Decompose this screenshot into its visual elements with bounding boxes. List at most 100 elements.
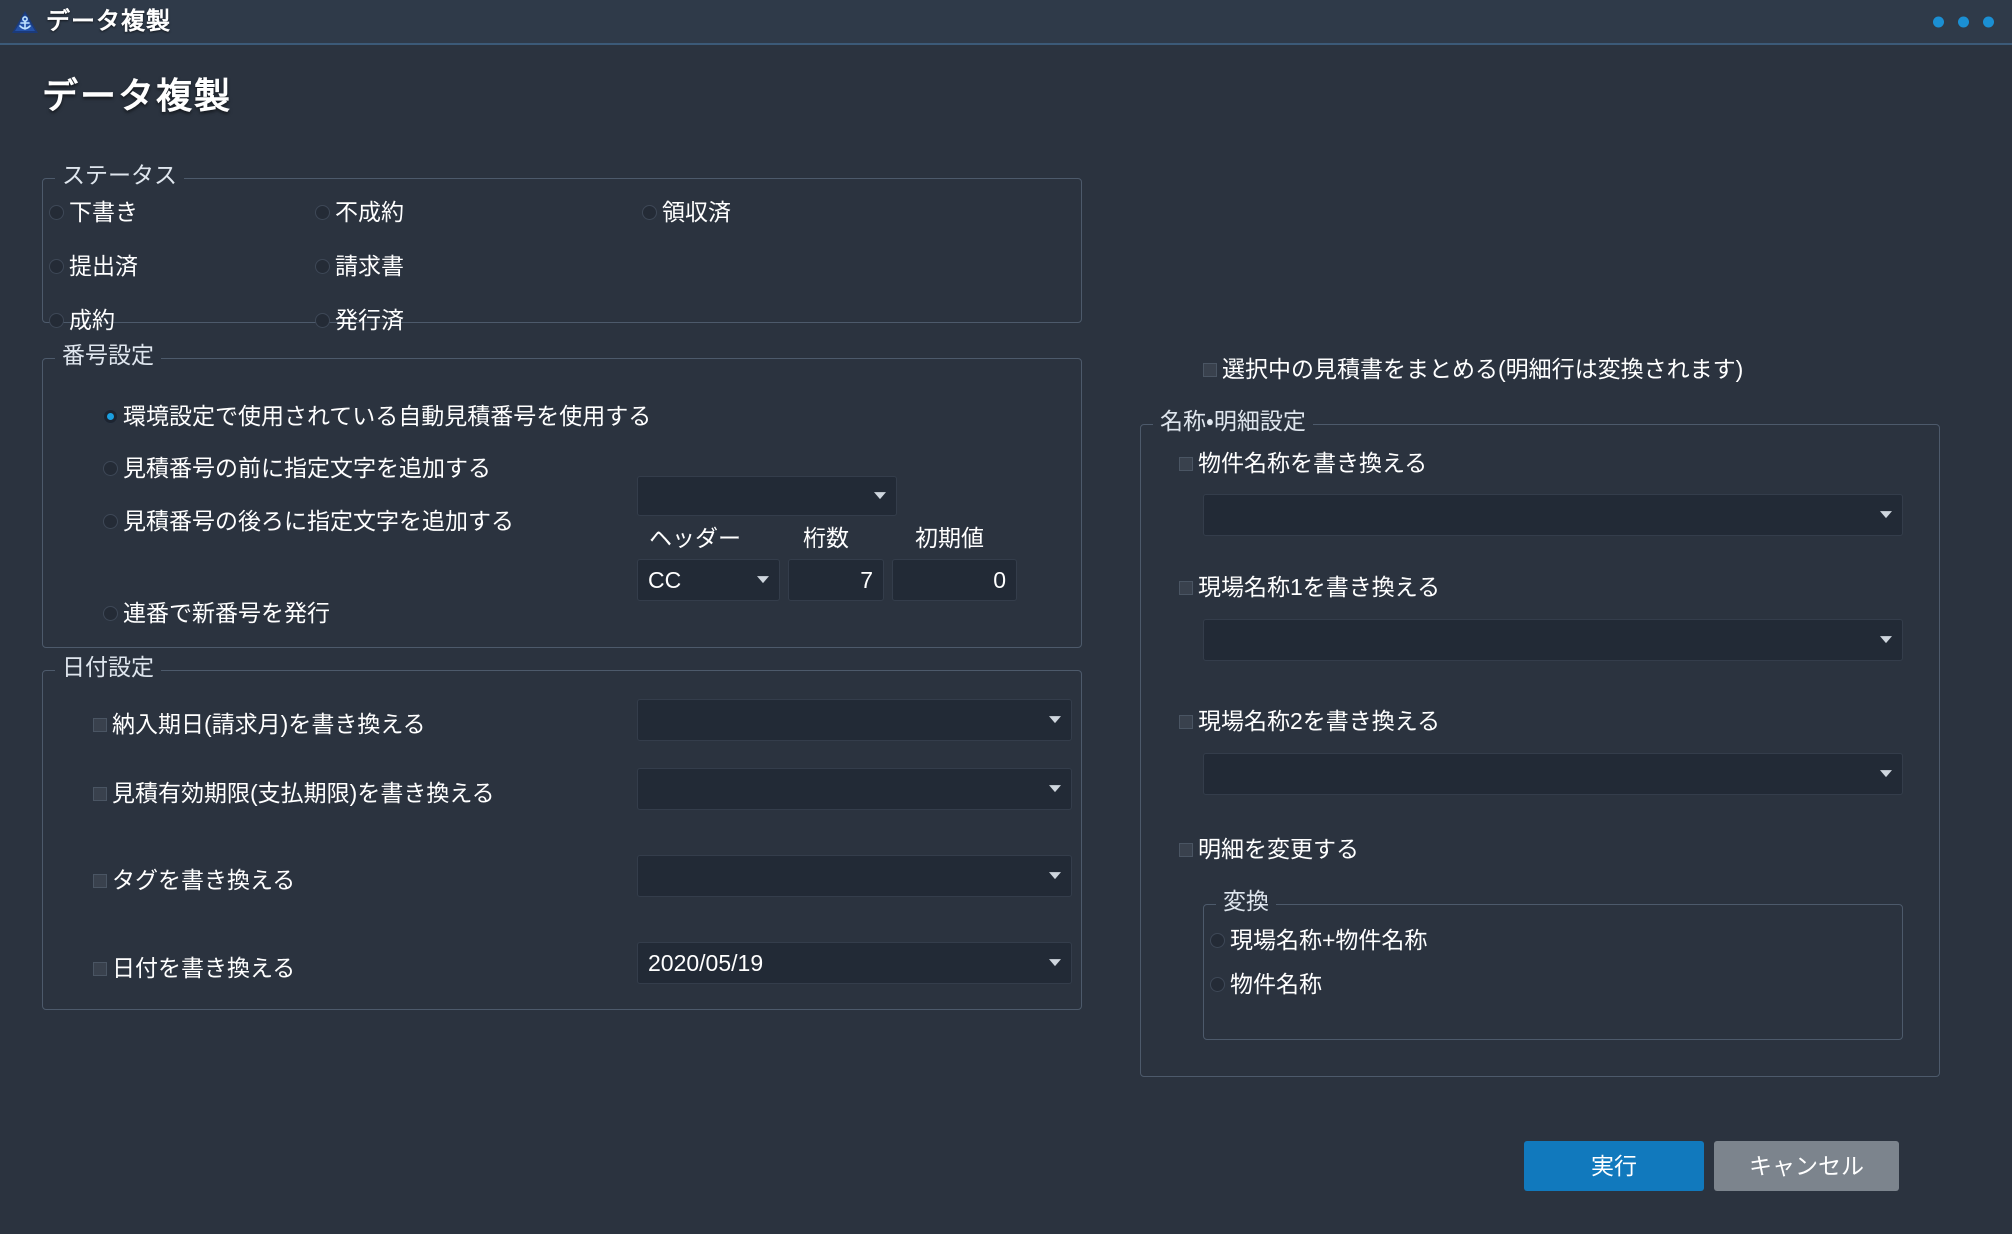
status-radio-label: 不成約 [335,199,404,225]
checkbox-tag[interactable]: タグを書き換える [93,869,295,892]
radio-circle-icon [315,205,330,220]
convert-radio-label: 物件名称 [1230,971,1322,997]
suffix-text-select[interactable] [637,476,897,516]
quote-expiry-select[interactable] [637,768,1072,810]
chevron-down-icon [1049,959,1061,967]
checkbox-site-name-2[interactable]: 現場名称2を書き換える [1179,710,1440,733]
checkbox-icon [93,961,107,976]
site-name-2-select[interactable] [1203,753,1903,795]
checkbox-label: 日付を書き換える [112,955,296,981]
number-setting-group: 番号設定 環境設定で使用されている自動見積番号を使用する 見積番号の前に指定文字… [42,344,1082,648]
chevron-down-icon [1049,716,1061,724]
status-radio-invoice[interactable]: 請求書 [315,255,404,278]
convert-radio-label: 現場名称+物件名称 [1230,927,1428,953]
radio-circle-icon [103,514,118,529]
chevron-down-icon [757,576,769,584]
chevron-down-icon [1049,785,1061,793]
number-radio-auto-quote-number[interactable]: 環境設定で使用されている自動見積番号を使用する [103,405,651,428]
date-select-value: 2020/05/19 [648,949,764,976]
checkbox-change-details[interactable]: 明細を変更する [1179,838,1359,861]
site-name-1-select[interactable] [1203,619,1903,661]
title-bar: データ複製 [0,0,2012,45]
convert-group: 変換 現場名称+物件名称 物件名称 [1203,890,1903,1040]
status-radio-not-contracted[interactable]: 不成約 [315,201,404,224]
status-radio-submitted[interactable]: 提出済 [49,255,138,278]
checkbox-label: タグを書き換える [112,867,296,893]
radio-circle-icon [315,259,330,274]
checkbox-icon [1179,456,1193,471]
number-setting-group-legend: 番号設定 [55,344,161,367]
status-group-legend: ステータス [55,164,184,187]
number-radio-label: 見積番号の後ろに指定文字を追加する [123,508,514,534]
chevron-down-icon [1049,872,1061,880]
initial-value-caption: 初期値 [915,525,984,551]
date-select[interactable]: 2020/05/19 [637,942,1072,984]
checkbox-site-name-1[interactable]: 現場名称1を書き換える [1179,576,1440,599]
three-dots-icon[interactable] [1933,16,1994,27]
execute-button[interactable]: 実行 [1524,1141,1704,1191]
cancel-button[interactable]: キャンセル [1714,1141,1899,1191]
checkbox-merge-selected-quotes[interactable]: 選択中の見積書をまとめる(明細行は変換されます) [1203,358,1743,381]
dot-1 [1933,16,1944,27]
status-radio-label: 提出済 [69,253,138,279]
date-setting-group: 日付設定 納入期日(請求月)を書き換える 見積有効期限(支払期限)を書き換える … [42,656,1082,1010]
radio-circle-icon [49,205,64,220]
radio-circle-icon [1210,977,1225,992]
number-radio-suffix-text[interactable]: 見積番号の後ろに指定文字を追加する [103,510,514,533]
status-radio-label: 下書き [69,199,138,225]
serial-header-select-value: CC [648,566,682,593]
status-radio-receipted[interactable]: 領収済 [642,201,731,224]
checkbox-icon [1179,842,1193,857]
radio-circle-icon [103,461,118,476]
radio-circle-icon [642,205,657,220]
status-radio-draft[interactable]: 下書き [49,201,138,224]
radio-circle-icon [49,313,64,328]
checkbox-date[interactable]: 日付を書き換える [93,957,295,980]
chevron-down-icon [1880,511,1892,519]
checkbox-icon [93,717,107,732]
radio-circle-icon [315,313,330,328]
number-radio-prefix-text[interactable]: 見積番号の前に指定文字を追加する [103,457,491,480]
radio-circle-icon [103,409,118,424]
chevron-down-icon [874,492,886,500]
name-detail-setting-group-legend: 名称・明細設定 [1153,410,1313,433]
checkbox-label: 現場名称2を書き換える [1198,708,1441,734]
status-radio-label: 発行済 [335,307,404,333]
checkbox-icon [1203,362,1217,377]
anchor-triangle-logo-icon [10,7,40,37]
convert-radio-site-plus-property[interactable]: 現場名称+物件名称 [1210,929,1427,952]
status-radio-contracted[interactable]: 成約 [49,309,115,332]
radio-circle-icon [1210,933,1225,948]
checkbox-property-name[interactable]: 物件名称を書き換える [1179,452,1427,475]
checkbox-label: 選択中の見積書をまとめる(明細行は変換されます) [1222,356,1744,382]
number-radio-label: 見積番号の前に指定文字を追加する [123,455,491,481]
page-title: データ複製 [42,75,233,116]
checkbox-quote-expiry[interactable]: 見積有効期限(支払期限)を書き換える [93,782,495,805]
serial-digits-input[interactable]: 7 [788,559,884,601]
convert-radio-property-name[interactable]: 物件名称 [1210,973,1322,996]
dot-3 [1983,16,1994,27]
checkbox-label: 現場名称1を書き換える [1198,574,1441,600]
number-radio-serial-new-number[interactable]: 連番で新番号を発行 [103,602,330,625]
header-caption: ヘッダー [649,525,741,551]
checkbox-label: 物件名称を書き換える [1198,450,1428,476]
tag-select[interactable] [637,855,1072,897]
status-radio-issued[interactable]: 発行済 [315,309,404,332]
chevron-down-icon [1880,770,1892,778]
serial-initial-value-input[interactable]: 0 [892,559,1017,601]
checkbox-icon [93,786,107,801]
checkbox-delivery-date[interactable]: 納入期日(請求月)を書き換える [93,713,426,736]
serial-digits-value: 7 [860,566,873,593]
checkbox-icon [1179,580,1193,595]
serial-header-select[interactable]: CC [637,559,780,601]
delivery-date-select[interactable] [637,699,1072,741]
date-setting-group-legend: 日付設定 [55,656,161,679]
chevron-down-icon [1880,636,1892,644]
property-name-select[interactable] [1203,494,1903,536]
number-radio-label: 連番で新番号を発行 [123,600,330,626]
window-title: データ複製 [46,7,171,35]
checkbox-label: 明細を変更する [1198,836,1359,862]
status-radio-label: 成約 [69,307,115,333]
dialog-body: データ複製 ステータス 下書き 不成約 領収済 提出済 請求書 成約 発行済 番… [0,45,2012,1234]
checkbox-label: 納入期日(請求月)を書き換える [112,711,426,737]
